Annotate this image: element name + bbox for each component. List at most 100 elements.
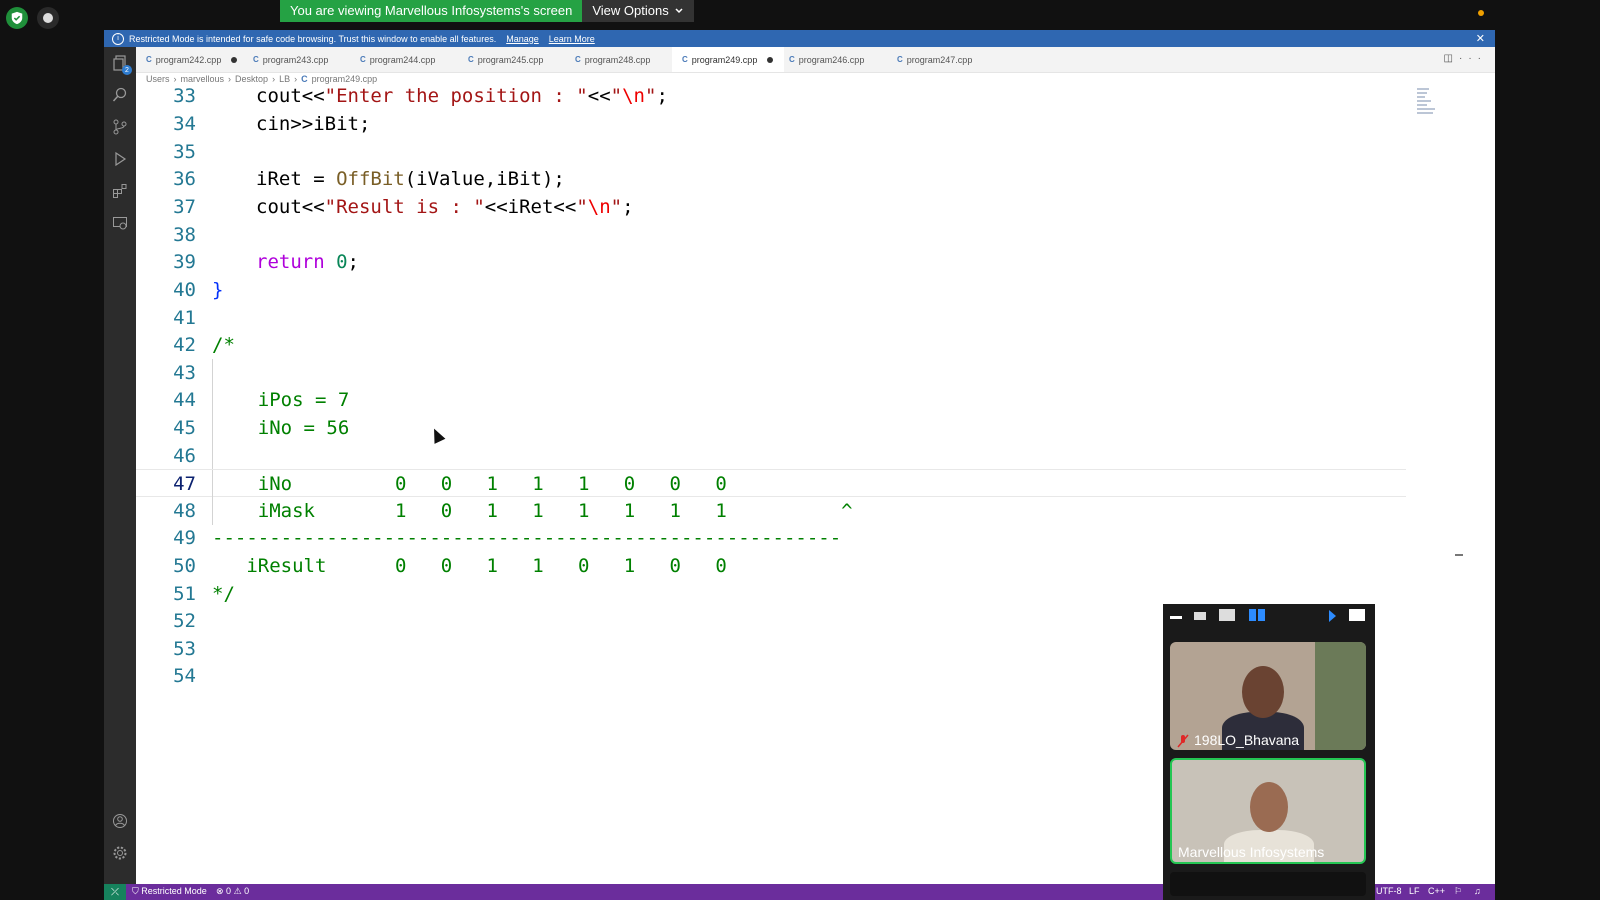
feedback-icon[interactable]: ⚐ bbox=[1454, 886, 1462, 897]
participant-name: Marvellous Infosystems bbox=[1178, 844, 1324, 860]
search-icon[interactable] bbox=[111, 86, 129, 104]
line-number: 41 bbox=[173, 307, 196, 329]
cpp-file-icon: C bbox=[897, 55, 903, 64]
tab-program244[interactable]: Cprogram244.cpp bbox=[350, 47, 456, 72]
mic-muted-icon bbox=[1177, 734, 1189, 748]
code-text: } bbox=[212, 279, 224, 301]
participant-video-active-speaker[interactable]: Marvellous Infosystems bbox=[1170, 758, 1366, 864]
info-icon: i bbox=[112, 32, 124, 45]
line-number: 53 bbox=[173, 638, 196, 660]
code-token: iRet = bbox=[256, 168, 337, 190]
modified-dot-icon bbox=[767, 56, 774, 63]
breadcrumb-separator: › bbox=[272, 74, 276, 84]
code-token: return bbox=[256, 251, 325, 273]
breadcrumb-item[interactable]: Desktop bbox=[235, 74, 268, 84]
extensions-icon[interactable] bbox=[111, 182, 129, 200]
line-number: 39 bbox=[173, 251, 196, 273]
code-token: " bbox=[644, 86, 657, 107]
tab-program242[interactable]: Cprogram242.cpp bbox=[136, 47, 243, 72]
code-line: 33 cout<<"Enter the position : "<<"\n"; bbox=[136, 86, 1406, 110]
run-debug-icon[interactable] bbox=[111, 150, 129, 168]
editor-actions: ◫··· bbox=[1444, 53, 1487, 64]
eol-status[interactable]: LF bbox=[1409, 886, 1420, 896]
breadcrumb-item[interactable]: marvellous bbox=[181, 74, 225, 84]
tab-program243[interactable]: Cprogram243.cpp bbox=[243, 47, 349, 72]
speaker-view-icon[interactable] bbox=[1194, 612, 1206, 620]
breadcrumb-separator: › bbox=[294, 74, 298, 84]
record-icon[interactable] bbox=[37, 7, 59, 29]
participant-name: 198LO_Bhavana bbox=[1176, 732, 1299, 748]
close-icon[interactable]: ✕ bbox=[1476, 32, 1485, 45]
account-icon[interactable] bbox=[111, 812, 129, 830]
restricted-mode-banner: i Restricted Mode is intended for safe c… bbox=[104, 30, 1495, 47]
code-line: 35 bbox=[136, 138, 1406, 166]
tab-program247[interactable]: Cprogram247.cpp bbox=[887, 47, 997, 72]
explorer-icon[interactable]: 2 bbox=[111, 54, 132, 75]
breadcrumb-item[interactable]: LB bbox=[279, 74, 290, 84]
code-token: OffBit bbox=[336, 168, 405, 190]
tab-label: program244.cpp bbox=[369, 54, 436, 65]
manage-link[interactable]: Manage bbox=[506, 34, 539, 44]
tab-program249[interactable]: Cprogram249.cpp bbox=[672, 47, 784, 72]
line-number: 36 bbox=[173, 168, 196, 190]
view-options-button[interactable]: View Options bbox=[582, 0, 694, 22]
participant-video[interactable]: 198LO_Bhavana bbox=[1170, 642, 1366, 750]
exit-fullscreen-icon[interactable] bbox=[1349, 609, 1365, 621]
zoom-status-icons bbox=[0, 0, 104, 40]
learn-more-link[interactable]: Learn More bbox=[549, 34, 595, 44]
code-text: ----------------------------------------… bbox=[212, 527, 842, 549]
tab-program246[interactable]: Cprogram246.cpp bbox=[779, 47, 889, 72]
remote-indicator-icon[interactable]: ⤫ bbox=[104, 884, 126, 900]
code-token: "Enter the position : " bbox=[324, 86, 588, 107]
code-token: " bbox=[576, 196, 588, 218]
settings-gear-icon[interactable] bbox=[111, 844, 129, 862]
security-shield-icon[interactable] bbox=[6, 7, 28, 29]
editor-scrollbar[interactable] bbox=[1455, 86, 1463, 884]
encoding-status[interactable]: UTF-8 bbox=[1376, 886, 1402, 896]
minimize-icon[interactable] bbox=[1170, 616, 1182, 619]
participant-name-text: Marvellous Infosystems bbox=[1178, 844, 1325, 860]
code-line: 48 iMask 1 0 1 1 1 1 1 1 ^ bbox=[136, 497, 1406, 525]
activity-bar: 2 bbox=[104, 47, 136, 884]
breadcrumb-item[interactable]: Users bbox=[146, 74, 170, 84]
more-actions-icon[interactable]: ··· bbox=[1459, 53, 1487, 64]
code-token: ; bbox=[622, 196, 634, 218]
minimap[interactable] bbox=[1417, 88, 1437, 128]
line-number: 40 bbox=[173, 279, 196, 301]
line-number: 38 bbox=[173, 224, 196, 246]
line-number: 44 bbox=[173, 389, 196, 411]
cpp-file-icon: C bbox=[575, 55, 581, 64]
problems-status[interactable]: ⊗ 0 ⚠ 0 bbox=[216, 886, 249, 897]
play-arrow-icon[interactable] bbox=[1329, 610, 1336, 622]
breadcrumb-separator: › bbox=[173, 74, 177, 84]
breadcrumb-item[interactable]: program249.cpp bbox=[312, 74, 378, 84]
notification-dot bbox=[1478, 10, 1484, 16]
code-token: \n bbox=[622, 86, 645, 107]
language-status[interactable]: C++ bbox=[1428, 886, 1445, 896]
gallery-grid-icon[interactable] bbox=[1249, 609, 1265, 621]
code-token: cout<< bbox=[256, 196, 325, 218]
large-view-icon[interactable] bbox=[1219, 609, 1235, 621]
tab-label: program246.cpp bbox=[798, 54, 865, 65]
person-face bbox=[1250, 782, 1288, 832]
tab-label: program245.cpp bbox=[477, 54, 544, 65]
tab-program248[interactable]: Cprogram248.cpp bbox=[565, 47, 671, 72]
code-line: 34 cin>>iBit; bbox=[136, 110, 1406, 138]
notification-bell-icon[interactable]: ♫ bbox=[1474, 886, 1481, 896]
code-token: << bbox=[587, 86, 611, 107]
line-number: 43 bbox=[173, 362, 196, 384]
view-options-label: View Options bbox=[592, 3, 669, 18]
remote-explorer-icon[interactable] bbox=[111, 214, 129, 232]
line-number: 42 bbox=[173, 334, 196, 356]
line-number: 37 bbox=[173, 196, 196, 218]
code-token: " bbox=[610, 196, 623, 218]
source-control-icon[interactable] bbox=[111, 118, 129, 136]
error-count: 0 bbox=[226, 886, 232, 896]
code-token: " bbox=[610, 86, 623, 107]
split-editor-icon[interactable]: ◫ bbox=[1444, 53, 1459, 64]
zoom-video-gallery: 198LO_Bhavana Marvellous Infosystems bbox=[1163, 604, 1375, 900]
tab-program245[interactable]: Cprogram245.cpp bbox=[458, 47, 564, 72]
restricted-mode-status[interactable]: ⛉ Restricted Mode bbox=[132, 886, 207, 897]
code-line: 43 bbox=[136, 359, 1406, 387]
code-text: iNo = 56 bbox=[212, 417, 350, 439]
